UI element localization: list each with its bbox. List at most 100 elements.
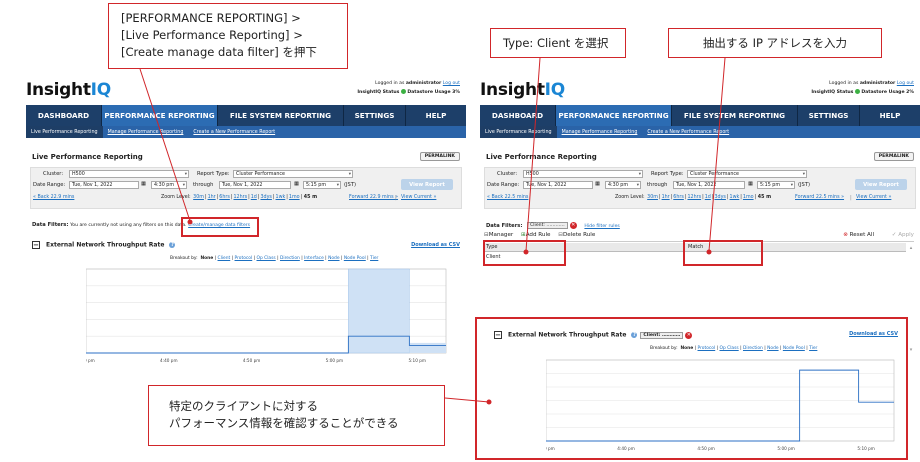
- forward-link[interactable]: Forward 22.5 mins »: [795, 195, 844, 200]
- breakout-node-pool[interactable]: Node Pool: [344, 256, 366, 261]
- status-dot-icon: [400, 89, 406, 94]
- calendar-icon[interactable]: ▦: [294, 181, 299, 187]
- report-type-label: Report Type:: [651, 171, 684, 177]
- add-rule-button[interactable]: ⊞Add Rule: [521, 232, 550, 238]
- logout-link[interactable]: Log out: [897, 81, 914, 86]
- nav-file-system-reporting[interactable]: FILE SYSTEM REPORTING: [672, 105, 798, 126]
- apply-button[interactable]: ✓ Apply: [892, 232, 914, 238]
- breakout-direction[interactable]: Direction: [280, 256, 300, 261]
- help-icon[interactable]: ?: [169, 242, 176, 248]
- calendar-icon[interactable]: ▦: [595, 181, 600, 187]
- left-screenshot: InsightIQ Logged in as administrator Log…: [26, 75, 466, 460]
- zoom-levels: Zoom Level: 30m|1hr|6hrs|12hrs|1d|3dys|1…: [161, 195, 318, 200]
- callout-line: Type: Client を選択: [503, 36, 609, 50]
- view-report-button[interactable]: View Report: [401, 179, 453, 190]
- remove-filter-icon[interactable]: ✕: [569, 222, 577, 229]
- time-to-select[interactable]: 5:15 pm ▾: [757, 181, 795, 189]
- nav-file-system-reporting[interactable]: FILE SYSTEM REPORTING: [218, 105, 344, 126]
- date-from-input[interactable]: Tue, Nov 1, 2022: [69, 181, 139, 189]
- nav-settings[interactable]: SETTINGS: [344, 105, 406, 126]
- download-csv-link[interactable]: Download as CSV: [411, 242, 460, 248]
- zoom-3dys[interactable]: 3dys: [714, 195, 725, 200]
- main-nav: DASHBOARD PERFORMANCE REPORTING FILE SYS…: [480, 105, 920, 126]
- calendar-icon[interactable]: ▦: [748, 181, 753, 187]
- zoom-1hr[interactable]: 1hr: [662, 195, 670, 200]
- view-report-button[interactable]: View Report: [855, 179, 907, 190]
- time-to-select[interactable]: 5:15 pm ▾: [303, 181, 341, 189]
- report-type-label: Report Type:: [197, 171, 230, 177]
- x-tick-label: 4:30 pm: [86, 358, 95, 363]
- report-form: Cluster: H500 ▾ Report Type: Cluster Perf…: [484, 167, 916, 209]
- grid-scrollbar[interactable]: ▴ ▾: [908, 245, 914, 353]
- time-from-select[interactable]: 4:30 pm ▾: [151, 181, 187, 189]
- breakout-protocol[interactable]: Protocol: [235, 256, 253, 261]
- breakout-op-class[interactable]: Op Class: [257, 256, 276, 261]
- collapse-icon[interactable]: −: [32, 241, 40, 249]
- zoom-6hrs[interactable]: 6hrs: [673, 195, 684, 200]
- forward-link[interactable]: Forward 22.9 mins »: [349, 195, 398, 200]
- nav-performance-reporting[interactable]: PERFORMANCE REPORTING: [556, 105, 672, 126]
- breakout-tier[interactable]: Tier: [370, 256, 378, 261]
- zoom-3dys[interactable]: 3dys: [260, 195, 271, 200]
- breakout-interface[interactable]: Interface: [304, 256, 324, 261]
- date-range-label: Date Range:: [487, 182, 520, 188]
- delete-rule-button[interactable]: ⊟Delete Rule: [558, 232, 595, 238]
- chevron-down-icon: ▾: [638, 172, 641, 177]
- report-type-select[interactable]: Cluster Performance ▾: [687, 170, 807, 178]
- x-tick-label: 4:40 pm: [160, 358, 177, 363]
- cluster-select[interactable]: H500 ▾: [523, 170, 643, 178]
- nav-dashboard[interactable]: DASHBOARD: [480, 105, 556, 126]
- date-to-input[interactable]: Tue, Nov 1, 2022: [673, 181, 745, 189]
- highlight-band: [348, 268, 410, 354]
- nav-dashboard[interactable]: DASHBOARD: [26, 105, 102, 126]
- chevron-down-icon: ▾: [336, 183, 339, 188]
- back-link[interactable]: « Back 22.5 mins: [487, 195, 528, 200]
- zoom-30m[interactable]: 30m: [647, 195, 658, 200]
- cluster-select[interactable]: H500 ▾: [69, 170, 189, 178]
- chart-header: − External Network Throughput Rate?: [32, 241, 176, 249]
- zoom-12hrs[interactable]: 12hrs: [233, 195, 247, 200]
- zoom-1mo[interactable]: 1mo: [289, 195, 300, 200]
- nav-help[interactable]: HELP: [406, 105, 466, 126]
- zoom-1wk[interactable]: 1wk: [276, 195, 286, 200]
- breakout-client[interactable]: Client: [218, 256, 231, 261]
- zoom-1hr[interactable]: 1hr: [208, 195, 216, 200]
- logout-link[interactable]: Log out: [443, 81, 460, 86]
- zoom-levels: Zoom Level: 30m|1hr|6hrs|12hrs|1d|3dys|1…: [615, 195, 772, 200]
- view-current-link[interactable]: View Current »: [401, 195, 436, 200]
- zoom-1mo[interactable]: 1mo: [743, 195, 754, 200]
- permalink-button[interactable]: PERMALINK: [419, 152, 460, 161]
- zoom-30m[interactable]: 30m: [193, 195, 204, 200]
- manager-dropdown[interactable]: ⊟Manager: [484, 232, 513, 238]
- subnav-manage[interactable]: Manage Performance Reporting: [557, 130, 643, 135]
- zoom-1d[interactable]: 1d: [251, 195, 257, 200]
- nav-help[interactable]: HELP: [860, 105, 920, 126]
- subnav-manage[interactable]: Manage Performance Reporting: [103, 130, 189, 135]
- calendar-icon[interactable]: ▦: [141, 181, 146, 187]
- client-filter-chip[interactable]: Client: …………: [527, 222, 568, 229]
- date-from-input[interactable]: Tue, Nov 1, 2022: [523, 181, 593, 189]
- subnav-create[interactable]: Create a New Performance Report: [188, 130, 280, 135]
- timezone-label: (JST): [798, 182, 811, 188]
- report-type-select[interactable]: Cluster Performance ▾: [233, 170, 353, 178]
- reset-all-button[interactable]: ⊗ Reset All: [843, 232, 874, 238]
- subnav-create[interactable]: Create a New Performance Report: [642, 130, 734, 135]
- subnav-live[interactable]: Live Performance Reporting: [480, 126, 557, 138]
- zoom-1wk[interactable]: 1wk: [730, 195, 740, 200]
- callout-line: [Live Performance Reporting] >: [121, 28, 303, 42]
- breakout-node[interactable]: Node: [328, 256, 339, 261]
- callout-create-filter: [PERFORMANCE REPORTING] > [Live Performa…: [108, 3, 348, 69]
- permalink-button[interactable]: PERMALINK: [873, 152, 914, 161]
- nav-settings[interactable]: SETTINGS: [798, 105, 860, 126]
- zoom-12hrs[interactable]: 12hrs: [687, 195, 701, 200]
- view-current-link[interactable]: View Current »: [856, 195, 891, 200]
- nav-performance-reporting[interactable]: PERFORMANCE REPORTING: [102, 105, 218, 126]
- time-from-select[interactable]: 4:30 pm ▾: [605, 181, 641, 189]
- zoom-1d[interactable]: 1d: [705, 195, 711, 200]
- sub-nav: Live Performance Reporting Manage Perfor…: [26, 126, 466, 138]
- back-link[interactable]: « Back 22.9 mins: [33, 195, 74, 200]
- hide-filter-rules-link[interactable]: Hide filter rules: [584, 224, 619, 229]
- date-to-input[interactable]: Tue, Nov 1, 2022: [219, 181, 291, 189]
- subnav-live[interactable]: Live Performance Reporting: [26, 126, 103, 138]
- zoom-6hrs[interactable]: 6hrs: [219, 195, 230, 200]
